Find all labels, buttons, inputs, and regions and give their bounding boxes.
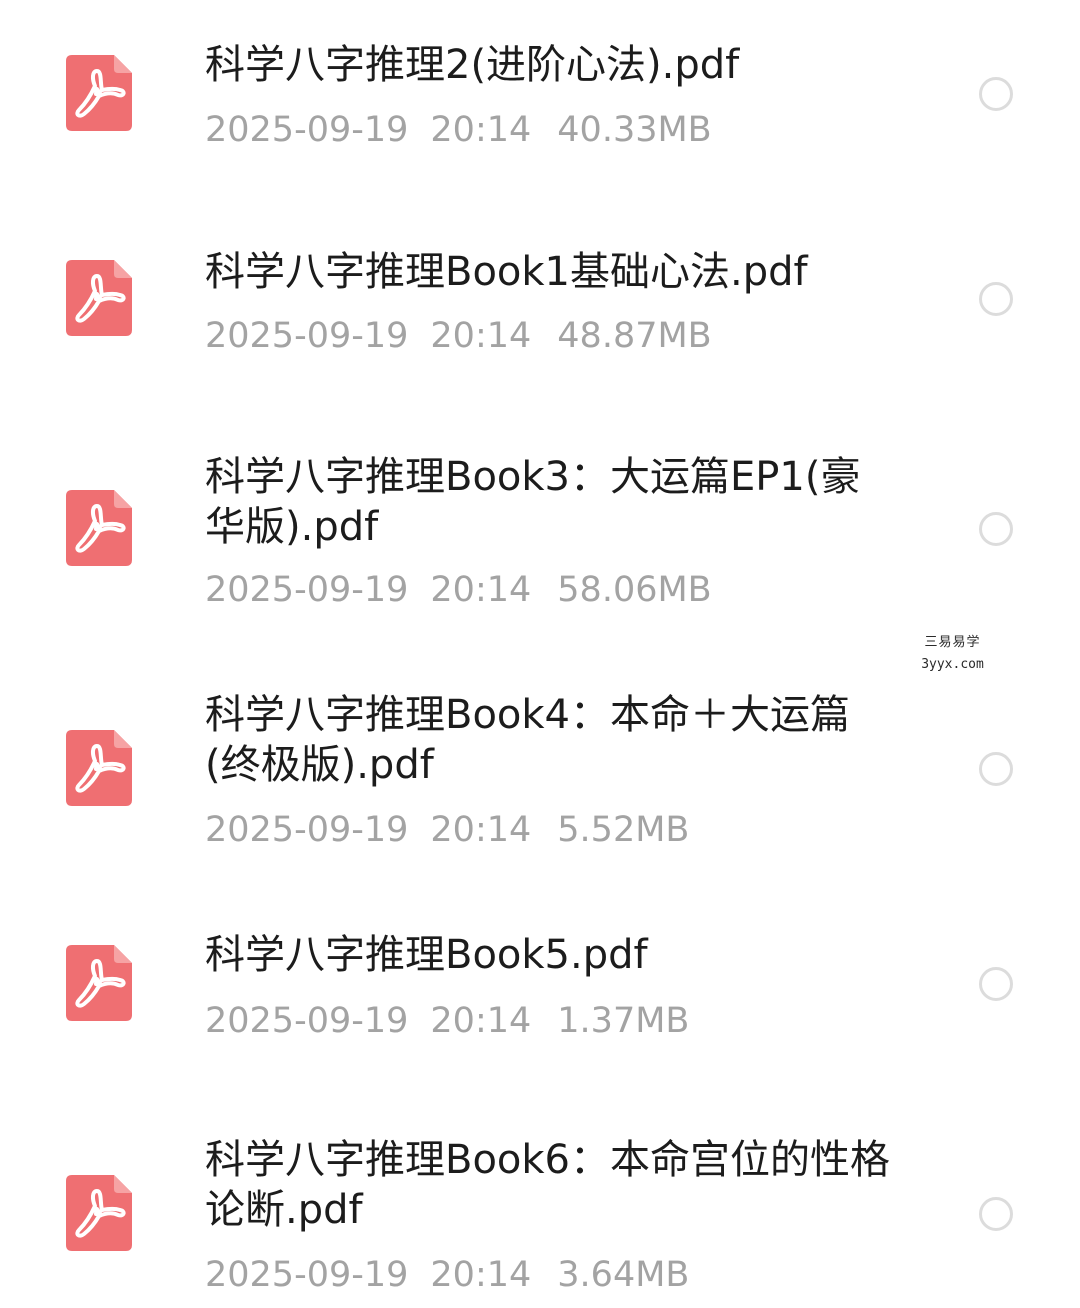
file-list-item[interactable]: 科学八字推理Book6：本命宫位的性格论断.pdf 2025-09-19 20:1… [0,1095,1080,1308]
file-date: 2025-09-19 [205,570,409,610]
file-date: 2025-09-19 [205,110,409,150]
select-radio-button[interactable] [979,967,1013,1001]
file-time: 20:14 [430,1255,532,1295]
file-date: 2025-09-19 [205,1255,409,1295]
file-list-item[interactable]: 科学八字推理2(进阶心法).pdf 2025-09-19 20:14 40.33MB [0,0,1080,190]
file-size: 40.33MB [557,110,712,150]
file-name: 科学八字推理Book1基础心法.pdf [205,249,808,295]
file-time: 20:14 [430,570,532,610]
file-name: 科学八字推理Book4：本命＋大运篇(终极版).pdf [205,692,850,788]
pdf-icon [66,1175,132,1251]
file-meta: 2025-09-19 20:14 5.52MB [205,810,689,850]
pdf-icon [66,945,132,1021]
select-radio-button[interactable] [979,512,1013,546]
select-radio-button[interactable] [979,752,1013,786]
select-radio-button[interactable] [979,282,1013,316]
file-size: 58.06MB [557,570,712,610]
file-meta: 2025-09-19 20:14 1.37MB [205,1001,689,1041]
pdf-icon [66,490,132,566]
pdf-icon [66,730,132,806]
pdf-icon [66,55,132,131]
file-size: 1.37MB [557,1001,690,1041]
file-list-item[interactable]: 科学八字推理Book3：大运篇EP1(豪华版).pdf 2025-09-19 20… [0,410,1080,620]
file-list: 科学八字推理2(进阶心法).pdf 2025-09-19 20:14 40.33MB… [0,0,1080,1308]
file-meta: 2025-09-19 20:14 58.06MB [205,570,712,610]
file-time: 20:14 [430,316,532,356]
select-radio-button[interactable] [979,77,1013,111]
file-name: 科学八字推理Book3：大运篇EP1(豪华版).pdf [205,454,861,550]
file-time: 20:14 [430,1001,532,1041]
file-size: 5.52MB [557,810,690,850]
watermark-text: 三易易学 [924,635,981,650]
file-meta: 2025-09-19 20:14 3.64MB [205,1255,689,1295]
file-list-item[interactable]: 科学八字推理Book5.pdf 2025-09-19 20:14 1.37MB [0,890,1080,1080]
pdf-icon [66,260,132,336]
file-meta: 2025-09-19 20:14 40.33MB [205,110,712,150]
file-name: 科学八字推理Book5.pdf [205,932,648,978]
watermark-url: 3yyx.com [921,657,984,672]
file-size: 48.87MB [557,316,712,356]
file-date: 2025-09-19 [205,810,409,850]
file-date: 2025-09-19 [205,316,409,356]
file-meta: 2025-09-19 20:14 48.87MB [205,316,712,356]
file-list-item[interactable]: 科学八字推理Book1基础心法.pdf 2025-09-19 20:14 48.87… [0,205,1080,395]
select-radio-button[interactable] [979,1197,1013,1231]
file-list-item[interactable]: 科学八字推理Book4：本命＋大运篇(终极版).pdf 2025-09-19 20… [0,650,1080,860]
file-name: 科学八字推理2(进阶心法).pdf [205,42,740,88]
file-name: 科学八字推理Book6：本命宫位的性格论断.pdf [205,1137,890,1233]
file-time: 20:14 [430,810,532,850]
watermark: 三易易学 3yyx.com [905,632,1000,676]
file-time: 20:14 [430,110,532,150]
file-size: 3.64MB [557,1255,690,1295]
file-date: 2025-09-19 [205,1001,409,1041]
